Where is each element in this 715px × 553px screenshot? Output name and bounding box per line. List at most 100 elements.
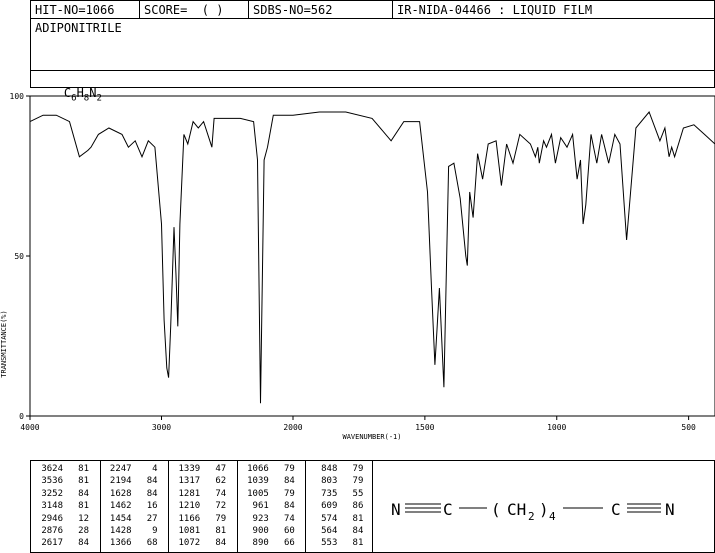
peak-wavenumber: 1281 [178, 488, 201, 499]
ir-identifier: IR-NIDA-04466 : LIQUID FILM [397, 3, 593, 17]
peak-transmittance: 74 [283, 513, 295, 524]
peak-transmittance: 79 [215, 513, 227, 524]
peak-transmittance: 84 [146, 476, 158, 487]
peak-wavenumber: 1066 [247, 464, 269, 474]
peak-column-divider [305, 461, 307, 552]
peak-wavenumber: 1166 [178, 513, 201, 524]
close-paren: ) [539, 500, 549, 519]
peak-wavenumber: 2617 [41, 538, 63, 549]
peak-wavenumber: 735 [321, 488, 338, 499]
peak-wavenumber: 2946 [41, 513, 63, 524]
peak-wavenumber: 1454 [109, 513, 132, 524]
score-field: SCORE= ( ) [144, 3, 224, 17]
atom-n: N [665, 500, 675, 519]
ch2-group: CH [507, 500, 526, 519]
peak-transmittance: 4 [152, 464, 158, 474]
peak-wavenumber: 3624 [41, 464, 63, 474]
peak-transmittance: 84 [215, 538, 227, 549]
peak-table: 3624 81 3536 81 3252 84 3148 81 2946 12 2876 28 2617… [30, 460, 373, 553]
peak-transmittance: 12 [78, 513, 89, 524]
peak-wavenumber: 1005 [247, 488, 269, 499]
formula-box: C6H8N2 [30, 70, 715, 103]
open-paren: ( [491, 500, 501, 519]
y-tick-label: 100 [10, 92, 25, 101]
ir-spectrum-chart: 4000 3000 2000 1500 1000 500 100500 WAVENUMBE… [0, 92, 715, 441]
header-bar: HIT-NO=1066 SCORE= ( ) SDBS-NO=562 IR-NI… [30, 0, 715, 19]
peak-transmittance: 84 [283, 476, 295, 487]
peak-column-divider [236, 461, 238, 552]
structure-diagram: N C ( CH 2 ) 4 C N [391, 500, 675, 523]
sdbs-number: SDBS-NO=562 [253, 3, 333, 17]
peak-wavenumber: 1462 [109, 501, 132, 512]
peak-transmittance: 9 [152, 526, 158, 536]
peak-transmittance: 62 [215, 476, 227, 487]
peak-wavenumber: 2876 [41, 526, 63, 536]
peak-transmittance: 81 [352, 513, 364, 524]
ch2-subscript: 2 [528, 510, 535, 523]
peak-transmittance: 81 [78, 501, 89, 512]
peak-transmittance: 81 [78, 464, 89, 474]
peak-transmittance: 79 [283, 488, 295, 499]
peak-transmittance: 72 [215, 501, 227, 512]
peak-wavenumber: 574 [321, 513, 338, 524]
peak-transmittance: 16 [146, 501, 158, 512]
structure-box: N C ( CH 2 ) 4 C N [372, 460, 715, 553]
atom-c: C [443, 500, 453, 519]
peak-wavenumber: 564 [321, 526, 338, 536]
y-axis-ticks: 100 50 0 [10, 92, 30, 421]
peak-wavenumber: 900 [252, 526, 269, 536]
peak-wavenumber: 1039 [247, 476, 269, 487]
x-tick-label: 1000 [547, 423, 566, 432]
peak-wavenumber: 1317 [178, 476, 201, 487]
spectrum-line [29, 111, 715, 404]
peak-wavenumber: 1210 [178, 501, 201, 512]
x-tick-label: 4000 [20, 423, 39, 432]
peak-transmittance: 79 [352, 464, 364, 474]
peak-wavenumber: 848 [321, 464, 338, 474]
x-tick-label: 2000 [283, 423, 302, 432]
peak-transmittance: 84 [78, 488, 89, 499]
plot-frame [29, 95, 715, 417]
peak-wavenumber: 923 [252, 513, 269, 524]
compound-name: ADIPONITRILE [35, 21, 122, 35]
peak-transmittance: 47 [215, 464, 227, 474]
peak-transmittance: 84 [352, 526, 364, 536]
peak-transmittance: 79 [283, 464, 295, 474]
peak-transmittance: 27 [146, 513, 158, 524]
peak-wavenumber: 1072 [178, 538, 201, 549]
peak-transmittance: 55 [352, 488, 364, 499]
peak-transmittance: 79 [352, 476, 364, 487]
peak-wavenumber: 890 [252, 538, 269, 549]
peak-transmittance: 60 [283, 526, 295, 536]
atom-n: N [391, 500, 401, 519]
peak-wavenumber: 609 [321, 501, 338, 512]
y-tick-label: 0 [19, 412, 24, 421]
peak-wavenumber: 1628 [109, 488, 132, 499]
peak-wavenumber: 803 [321, 476, 338, 487]
hit-number: HIT-NO=1066 [35, 3, 115, 17]
peak-transmittance: 84 [78, 538, 89, 549]
peak-wavenumber: 3252 [41, 488, 63, 499]
peak-wavenumber: 1081 [178, 526, 201, 536]
peak-wavenumber: 553 [321, 538, 338, 549]
compound-name-box: ADIPONITRILE [30, 18, 715, 71]
x-tick-label: 500 [681, 423, 696, 432]
peak-column-divider [168, 461, 170, 552]
repeat-count: 4 [549, 510, 556, 523]
y-tick-label: 50 [14, 252, 24, 261]
peak-transmittance: 84 [283, 501, 295, 512]
x-axis-ticks: 4000 3000 2000 1500 1000 500 [20, 416, 696, 432]
peak-wavenumber: 961 [252, 501, 269, 512]
peak-transmittance: 74 [215, 488, 227, 499]
peak-transmittance: 28 [78, 526, 89, 536]
x-tick-label: 1500 [415, 423, 434, 432]
peak-transmittance: 81 [352, 538, 364, 549]
y-axis-label: TRANSMITTANCE(%) [0, 310, 8, 377]
peak-transmittance: 81 [215, 526, 227, 536]
peak-transmittance: 68 [146, 538, 158, 549]
peak-transmittance: 66 [283, 538, 295, 549]
x-tick-label: 3000 [152, 423, 171, 432]
peak-wavenumber: 3148 [41, 501, 63, 512]
x-axis-label: WAVENUMBER(-1) [342, 433, 401, 441]
peak-wavenumber: 1366 [109, 538, 132, 549]
